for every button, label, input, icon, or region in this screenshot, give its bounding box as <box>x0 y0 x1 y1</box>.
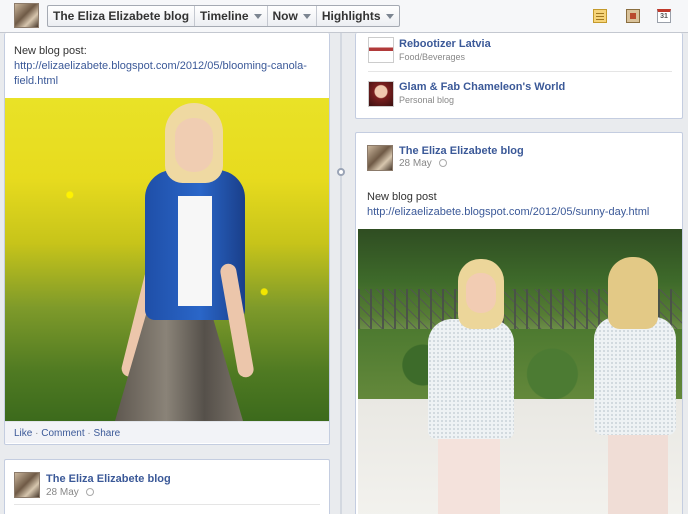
like-link[interactable]: Like <box>14 428 32 439</box>
list-item-subtitle: Food/Beverages <box>399 52 466 62</box>
photo-detail <box>178 196 212 306</box>
crumb-timeline[interactable]: Timeline <box>195 6 268 26</box>
photo-detail <box>594 317 676 435</box>
list-item-title[interactable]: Glam & Fab Chameleon's World <box>399 81 565 93</box>
photo-detail <box>428 319 514 439</box>
divider <box>368 71 672 72</box>
crumb-highlights-label: Highlights <box>321 9 381 23</box>
story-actions: Like · Comment · Share <box>14 428 120 439</box>
story-card-sunny-day: The Eliza Elizabete blog 28 May New blog… <box>355 132 683 514</box>
post-text-prefix: New blog post: <box>14 45 87 57</box>
calendar-icon[interactable]: 31 <box>657 9 671 23</box>
timeline-marker <box>337 168 345 176</box>
separator: · <box>35 428 39 439</box>
post-photo[interactable] <box>5 98 329 421</box>
post-date-text: 28 May <box>46 487 79 498</box>
calendar-day-label: 31 <box>660 13 668 20</box>
crumb-page-name[interactable]: The Eliza Elizabete blog <box>48 6 196 26</box>
post-link[interactable]: http://elizaelizabete.blogspot.com/2012/… <box>14 60 307 87</box>
author-name[interactable]: The Eliza Elizabete blog <box>399 145 524 157</box>
top-bar: The Eliza Elizabete blog Timeline Now Hi… <box>0 0 688 33</box>
chevron-down-icon <box>385 13 394 19</box>
crumb-page-name-label: The Eliza Elizabete blog <box>53 9 190 23</box>
glam-avatar[interactable] <box>368 81 394 107</box>
chevron-down-icon <box>253 13 262 19</box>
post-date: 28 May <box>46 487 94 498</box>
story-card-canola: New blog post: http://elizaelizabete.blo… <box>4 33 330 445</box>
share-link[interactable]: Share <box>94 428 121 439</box>
crumb-now-label: Now <box>272 9 298 23</box>
separator: · <box>87 428 91 439</box>
author-avatar[interactable] <box>14 472 40 498</box>
comment-link[interactable]: Comment <box>41 428 84 439</box>
post-text: New blog post: http://elizaelizabete.blo… <box>14 44 314 89</box>
photo-detail <box>466 273 496 313</box>
author-name[interactable]: The Eliza Elizabete blog <box>46 473 171 485</box>
crumb-now[interactable]: Now <box>268 6 317 26</box>
timeline-spine <box>340 33 342 514</box>
post-date: 28 May <box>399 158 447 169</box>
crumb-highlights[interactable]: Highlights <box>317 6 399 26</box>
page-avatar[interactable] <box>14 3 39 28</box>
chevron-down-icon <box>302 13 311 19</box>
author-avatar[interactable] <box>367 145 393 171</box>
globe-icon <box>438 159 447 167</box>
list-item-title[interactable]: Rebootizer Latvia <box>399 38 491 50</box>
list-item-subtitle: Personal blog <box>399 95 455 105</box>
post-text-prefix: New blog post <box>367 191 437 203</box>
photo-detail <box>175 118 213 172</box>
photo-detail <box>608 257 658 329</box>
likes-list-card: Rebootizer Latvia Food/Beverages Glam & … <box>355 33 683 119</box>
photo-icon[interactable] <box>626 9 640 23</box>
post-date-text: 28 May <box>399 158 432 169</box>
story-card-next: The Eliza Elizabete blog 28 May <box>4 459 330 514</box>
post-text: New blog post http://elizaelizabete.blog… <box>367 190 667 220</box>
post-link[interactable]: http://elizaelizabete.blogspot.com/2012/… <box>367 206 649 218</box>
notes-icon[interactable] <box>593 9 607 23</box>
photo-detail <box>438 429 500 514</box>
rebootizer-avatar[interactable] <box>368 37 394 63</box>
divider <box>14 504 320 505</box>
post-photo[interactable] <box>358 229 682 514</box>
photo-detail <box>608 425 668 514</box>
crumb-timeline-label: Timeline <box>200 9 249 23</box>
breadcrumb: The Eliza Elizabete blog Timeline Now Hi… <box>47 5 400 27</box>
globe-icon <box>85 488 94 496</box>
